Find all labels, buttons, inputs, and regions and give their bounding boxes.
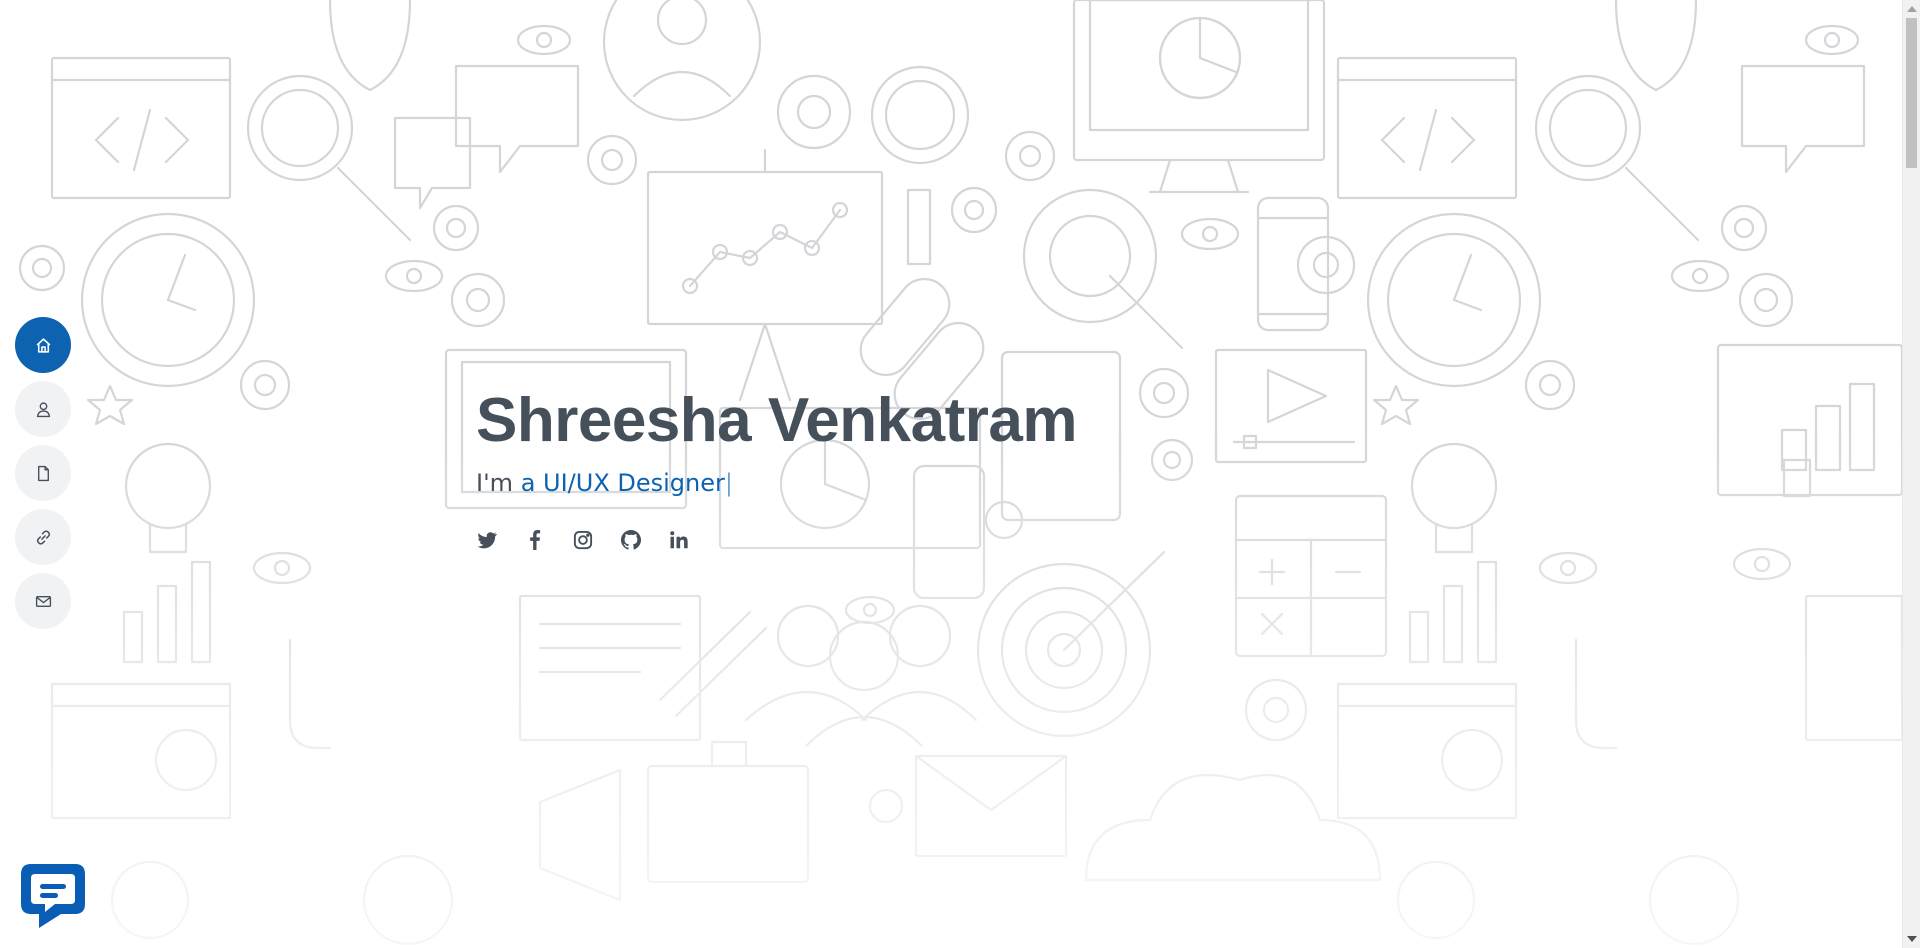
person-icon bbox=[36, 401, 50, 417]
hero-name: Shreesha Venkatram bbox=[476, 386, 1078, 455]
hero-subtitle: I'm a UI/UX Designer| bbox=[476, 467, 1077, 499]
nav-about-button[interactable] bbox=[15, 381, 71, 437]
linkedin-link[interactable] bbox=[668, 529, 690, 551]
chat-bubble-icon bbox=[21, 864, 85, 928]
page-scrollbar[interactable] bbox=[1902, 0, 1920, 948]
envelope-icon bbox=[35, 595, 51, 607]
chat-widget-button[interactable] bbox=[17, 860, 89, 932]
side-nav bbox=[15, 317, 71, 629]
hero-section: Shreesha Venkatram I'm a UI/UX Designer| bbox=[476, 385, 1078, 551]
twitter-link[interactable] bbox=[476, 529, 498, 551]
nav-contact-button[interactable] bbox=[15, 573, 71, 629]
scroll-up-arrow-icon[interactable] bbox=[1907, 6, 1917, 12]
typed-cursor: | bbox=[724, 469, 733, 497]
facebook-icon bbox=[530, 530, 541, 550]
hero-typed-role: a UI/UX Designer bbox=[520, 469, 725, 497]
instagram-link[interactable] bbox=[572, 529, 594, 551]
facebook-link[interactable] bbox=[524, 529, 546, 551]
instagram-icon bbox=[573, 530, 593, 550]
nav-resume-button[interactable] bbox=[15, 445, 71, 501]
twitter-icon bbox=[477, 532, 497, 549]
home-icon bbox=[36, 337, 50, 353]
file-icon bbox=[37, 465, 49, 481]
github-icon bbox=[621, 530, 641, 550]
github-link[interactable] bbox=[620, 529, 642, 551]
social-links bbox=[476, 529, 1077, 551]
hero-intro: I'm bbox=[476, 469, 521, 497]
scroll-down-arrow-icon[interactable] bbox=[1907, 936, 1917, 942]
linkedin-icon bbox=[670, 531, 688, 549]
link-icon bbox=[36, 529, 50, 545]
nav-links-button[interactable] bbox=[15, 509, 71, 565]
scrollbar-thumb[interactable] bbox=[1906, 18, 1917, 168]
nav-home-button[interactable] bbox=[15, 317, 71, 373]
